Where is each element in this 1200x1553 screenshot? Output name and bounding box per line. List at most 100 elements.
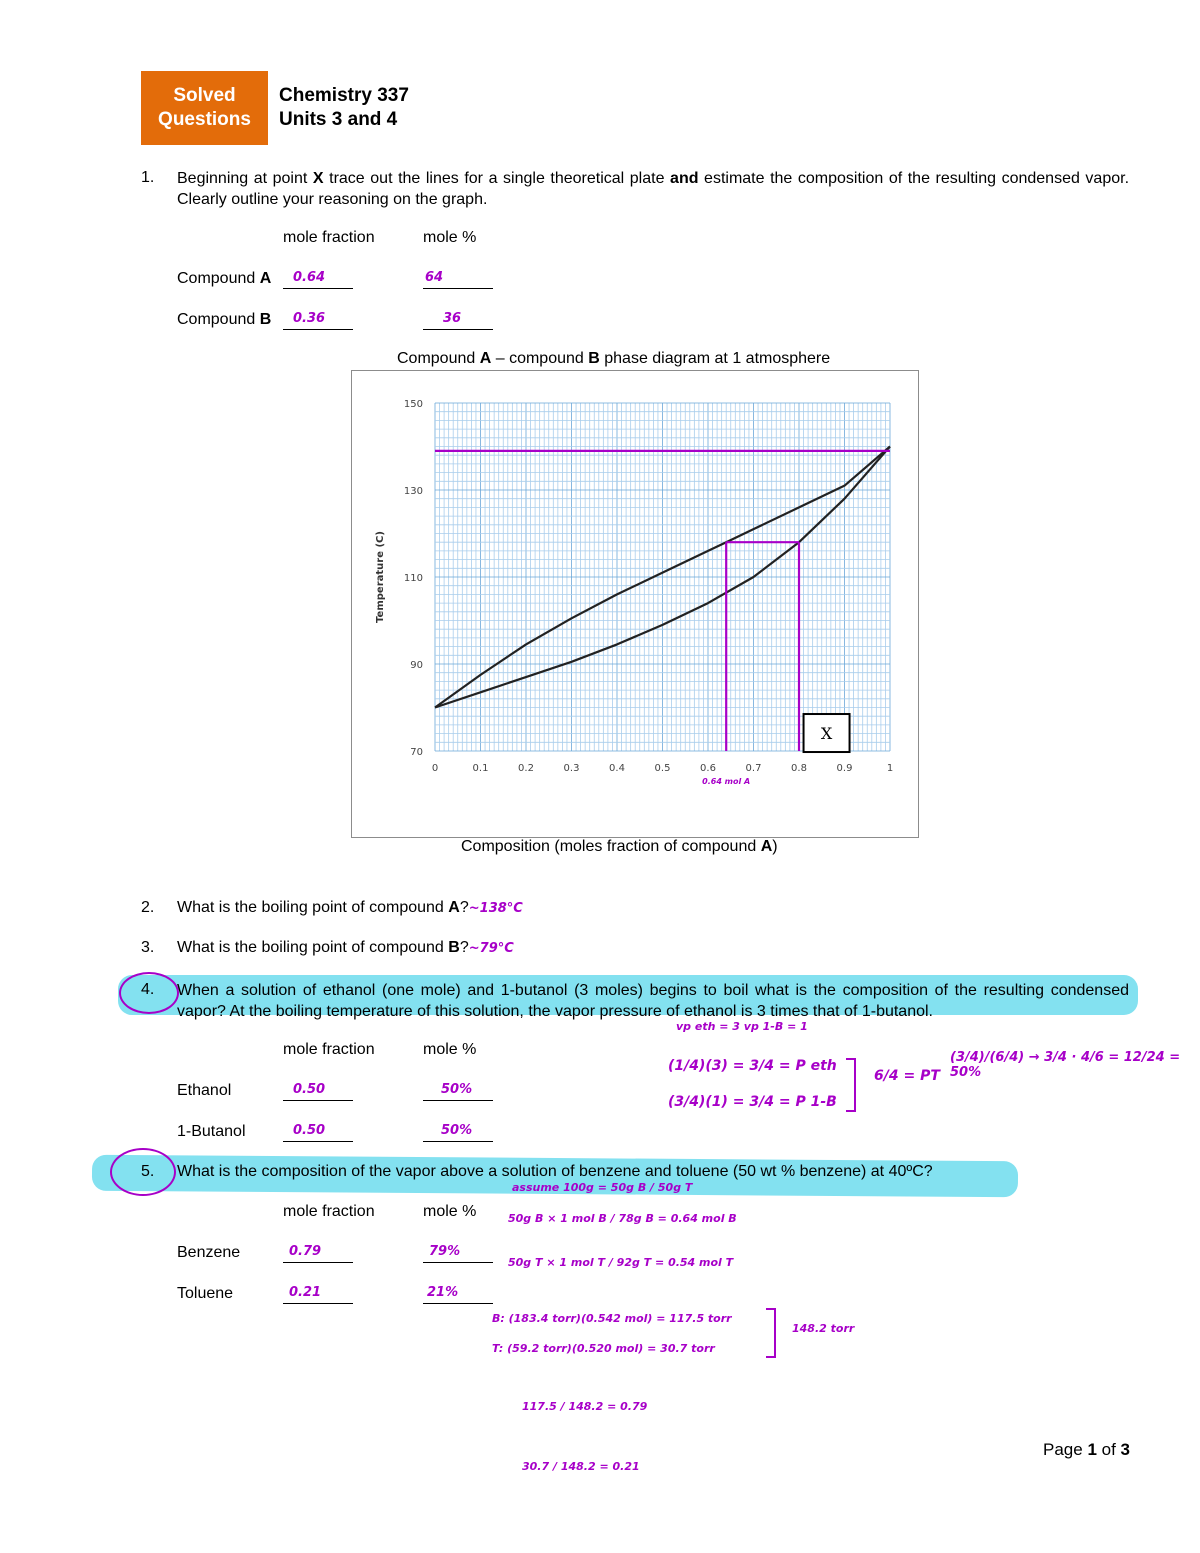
course-name: Chemistry 337 — [279, 85, 409, 106]
page-total: 3 — [1120, 1440, 1130, 1459]
page-text: Page — [1043, 1440, 1088, 1459]
x-tick-label: 0 — [432, 763, 438, 774]
q5-number: 5. — [141, 1163, 155, 1180]
q4-row-butanol-label: 1-Butanol — [177, 1123, 246, 1140]
page-text: of — [1096, 1440, 1121, 1459]
q1-and: and — [670, 170, 699, 187]
q5-work-fraction-benzene: 117.5 / 148.2 = 0.79 — [522, 1400, 648, 1413]
x-tick-label: 0.4 — [609, 763, 625, 774]
x-tick-label: 0.9 — [837, 763, 853, 774]
point-x-label: X — [821, 724, 833, 743]
q1-row-a-label: Compound A — [177, 270, 271, 288]
q-text: ? — [459, 939, 469, 956]
handwritten-answer: 0.50 — [293, 1123, 326, 1138]
q1-text: Beginning at point X trace out the lines… — [177, 168, 1129, 210]
q4-butanol-mole-fraction-field[interactable]: 0.50 — [283, 1121, 353, 1142]
q5-work-line-2: 50g T × 1 mol T / 92g T = 0.54 mol T — [508, 1256, 734, 1269]
handwritten-answer: 79% — [429, 1244, 461, 1259]
y-tick-label: 90 — [410, 660, 423, 671]
badge-line-1: Solved — [173, 85, 236, 106]
q4-butanol-mole-percent-field[interactable]: 50% — [423, 1121, 493, 1142]
q5-work-assume: assume 100g = 50g B / 50g T — [512, 1181, 693, 1194]
y-tick-label: 150 — [404, 399, 423, 410]
solved-questions-badge: Solved Questions — [141, 71, 268, 145]
handwritten-answer: 21% — [427, 1285, 459, 1300]
y-axis-label: Temperature (C) — [375, 531, 386, 623]
q2-text: What is the boiling point of compound A?… — [177, 899, 523, 917]
q4-work-line-2: (3/4)(1) = 3/4 = P 1-B — [668, 1094, 837, 1110]
q1-a-mole-fraction-field[interactable]: 0.64 — [283, 268, 353, 289]
q2-number: 2. — [141, 899, 155, 916]
x-tick-label: 0.5 — [655, 763, 671, 774]
label-bold: B — [259, 311, 272, 328]
handwritten-answer: 64 — [425, 270, 444, 285]
q5-toluene-mole-percent-field[interactable]: 21% — [423, 1283, 493, 1304]
badge-line-2: Questions — [158, 109, 251, 130]
handwritten-answer: 0.21 — [289, 1285, 322, 1300]
q4-text: When a solution of ethanol (one mole) an… — [177, 982, 1129, 1020]
title-part: Compound — [397, 350, 480, 367]
x-tick-label: 0.1 — [473, 763, 489, 774]
x-tick-label: 0.3 — [564, 763, 580, 774]
q4-work-fraction: (3/4)/(6/4) → 3/4 · 4/6 = 12/24 = 50% — [950, 1050, 1181, 1080]
q5-col-mole-fraction: mole fraction — [283, 1203, 375, 1220]
q5-row-toluene-label: Toluene — [177, 1285, 234, 1302]
course-units: Units 3 and 4 — [279, 109, 398, 130]
q5-col-mole-percent: mole % — [423, 1203, 477, 1220]
q-text: What is the boiling point of compound — [177, 939, 449, 956]
q5-work-raoult-benzene: B: (183.4 torr)(0.542 mol) = 117.5 torr — [492, 1312, 732, 1325]
title-part: – compound — [491, 350, 589, 367]
q4-work-bracket — [846, 1058, 856, 1112]
q5-benzene-mole-percent-field[interactable]: 79% — [423, 1242, 493, 1263]
q-bold: B — [448, 939, 460, 956]
handwritten-axis-reading: 0.64 mol A — [702, 777, 750, 786]
x-tick-label: 0.7 — [746, 763, 762, 774]
y-tick-label: 130 — [404, 486, 423, 497]
page-current: 1 — [1087, 1440, 1097, 1459]
label-text: Compound — [177, 270, 260, 287]
q4-row-ethanol-label: Ethanol — [177, 1082, 232, 1099]
q4-ethanol-mole-percent-field[interactable]: 50% — [423, 1080, 493, 1101]
q1-b-mole-percent-field[interactable]: 36 — [423, 309, 493, 330]
q-text: ? — [459, 899, 469, 916]
q5-toluene-mole-fraction-field[interactable]: 0.21 — [283, 1283, 353, 1304]
q5-text: What is the composition of the vapor abo… — [177, 1163, 933, 1180]
title-part: A — [479, 350, 492, 367]
chart-title: Compound A – compound B phase diagram at… — [397, 350, 830, 368]
q3-number: 3. — [141, 939, 155, 956]
q5-work-fraction-toluene: 30.7 / 148.2 = 0.21 — [522, 1460, 640, 1473]
y-tick-label: 110 — [404, 573, 423, 584]
q1-a-mole-percent-field[interactable]: 64 — [423, 268, 493, 289]
q3-handwritten-answer: ~79°C — [468, 941, 514, 956]
handwritten-answer: 0.79 — [289, 1244, 322, 1259]
xlabel-part: A — [760, 838, 773, 855]
q5-work-total: 148.2 torr — [792, 1322, 855, 1335]
handwritten-answer: 50% — [441, 1123, 473, 1138]
title-part: phase diagram at 1 atmosphere — [599, 350, 831, 367]
q1-col-mole-fraction: mole fraction — [283, 229, 375, 246]
q4-work-sum: 6/4 = PT — [874, 1068, 940, 1084]
q4-ethanol-mole-fraction-field[interactable]: 0.50 — [283, 1080, 353, 1101]
x-tick-label: 0.8 — [791, 763, 807, 774]
xlabel-part: Composition (moles fraction of compound — [461, 838, 761, 855]
q1-text-part: trace out the lines for a single theoret… — [323, 170, 671, 187]
q4-number: 4. — [141, 981, 155, 998]
q-text: What is the boiling point of compound — [177, 899, 449, 916]
q5-work-line-1: 50g B × 1 mol B / 78g B = 0.64 mol B — [508, 1212, 737, 1225]
chart-x-axis-label: Composition (moles fraction of compound … — [461, 838, 778, 856]
handwritten-answer: 0.64 — [293, 270, 326, 285]
q5-benzene-mole-fraction-field[interactable]: 0.79 — [283, 1242, 353, 1263]
q4-col-mole-fraction: mole fraction — [283, 1041, 375, 1058]
q5-row-benzene-label: Benzene — [177, 1244, 241, 1261]
y-tick-label: 70 — [410, 747, 423, 758]
q3-text: What is the boiling point of compound B?… — [177, 939, 514, 957]
q4-col-mole-percent: mole % — [423, 1041, 477, 1058]
q1-b-mole-fraction-field[interactable]: 0.36 — [283, 309, 353, 330]
handwritten-answer: 50% — [441, 1082, 473, 1097]
title-part: B — [588, 350, 600, 367]
q2-handwritten-answer: ~138°C — [468, 901, 523, 916]
phase-diagram-chart: 0 0.1 0.2 0.3 0.4 0.5 0.6 0.7 0.8 0.9 1 70 90 110 130 1… — [375, 399, 893, 786]
handwritten-answer: 0.50 — [293, 1082, 326, 1097]
label-text: Compound — [177, 311, 260, 328]
q1-number: 1. — [141, 169, 155, 186]
